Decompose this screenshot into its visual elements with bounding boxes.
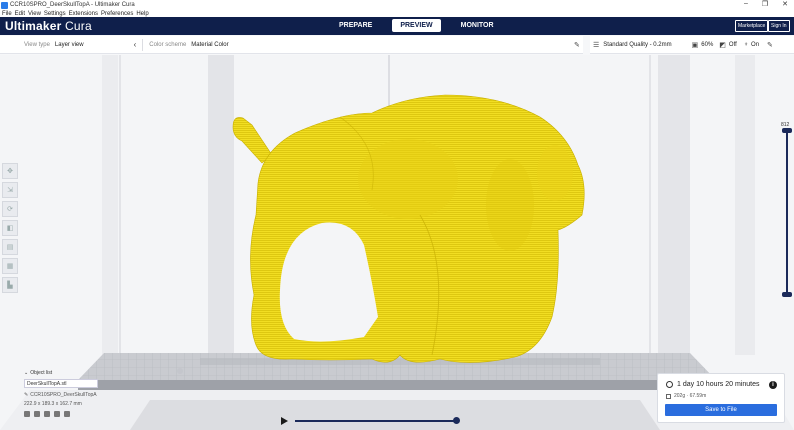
toolbar-divider: [142, 38, 144, 51]
mirror-tool-button[interactable]: ◧: [2, 220, 18, 236]
material-usage-row: 202g · 67.59m: [666, 393, 706, 399]
delete-icon[interactable]: [54, 411, 60, 417]
origin-marker: [177, 368, 183, 374]
print-time: 1 day 10 hours 20 minutes: [677, 381, 760, 388]
path-slider-track[interactable]: [295, 420, 457, 422]
lay-flat-button[interactable]: ▙: [2, 277, 18, 293]
stage-tabs: PREPARE PREVIEW MONITOR: [331, 19, 502, 32]
brand-name: Ultimaker: [5, 19, 62, 33]
menu-edit[interactable]: Edit: [15, 11, 25, 17]
spool-icon: [666, 393, 671, 399]
tab-monitor[interactable]: MONITOR: [453, 19, 502, 32]
edit-pencil-icon[interactable]: ✎: [574, 41, 580, 49]
model-deer-skull[interactable]: [232, 94, 585, 363]
minimize-button[interactable]: –: [744, 0, 748, 10]
color-scheme-dropdown[interactable]: Material Color: [191, 42, 228, 48]
print-time-row: 1 day 10 hours 20 minutes: [666, 381, 760, 388]
chevron-down-icon: ⌄: [24, 370, 29, 376]
clock-icon: [666, 381, 673, 388]
print-info-panel: 1 day 10 hours 20 minutes i 202g · 67.59…: [657, 373, 785, 423]
scale-icon: ⇲: [7, 187, 13, 194]
menu-extensions[interactable]: Extensions: [69, 11, 98, 17]
object-list-item[interactable]: DeerSkullTopA.stl: [24, 379, 98, 388]
tool-strip: ✥ ⇲ ⟳ ◧ ▤ ▦ ▙: [2, 163, 18, 293]
layer-slider-top-handle[interactable]: [782, 128, 792, 133]
menu-settings[interactable]: Settings: [44, 11, 66, 17]
adhesion-value[interactable]: On: [751, 42, 759, 48]
job-name-row: ✎ CCR10SPRO_DeerSkullTopA: [24, 392, 134, 398]
path-slider-handle[interactable]: [453, 417, 460, 424]
maximize-button[interactable]: ❐: [762, 0, 768, 10]
view-type-dropdown[interactable]: Layer view: [55, 42, 84, 48]
support-blocker-icon: ▦: [6, 263, 14, 270]
adhesion-icon: ⍖: [743, 40, 749, 48]
lay-flat-icon: ▙: [7, 282, 13, 289]
scale-tool-button[interactable]: ⇲: [2, 182, 18, 198]
object-list-title: Object list: [30, 370, 53, 376]
cura-app-icon: [1, 1, 8, 9]
window-titlebar: CCR10SPRO_DeerSkullTopA - Ultimaker Cura…: [0, 0, 794, 10]
job-name[interactable]: CCR10SPRO_DeerSkullTopA: [30, 392, 96, 398]
per-model-settings-icon: ▤: [6, 244, 14, 251]
custom-settings-pencil-icon[interactable]: ✎: [767, 41, 773, 49]
layer-slider-bottom-handle[interactable]: [782, 292, 792, 297]
save-to-file-button[interactable]: Save to File: [665, 404, 777, 416]
info-icon[interactable]: i: [769, 381, 777, 389]
object-list-panel: ⌄ Object list DeerSkullTopA.stl ✎ CCR10S…: [24, 370, 134, 417]
layer-slider-track[interactable]: [786, 130, 788, 296]
center-icon[interactable]: [34, 411, 40, 417]
support-icon: ◩: [719, 41, 726, 49]
menu-file[interactable]: File: [2, 11, 12, 17]
window-controls: – ❐ ✕: [744, 0, 788, 10]
material-usage: 202g · 67.59m: [674, 393, 707, 399]
object-name: DeerSkullTopA.stl: [27, 380, 67, 387]
collapse-chevron-icon[interactable]: ‹: [134, 40, 137, 49]
view-type-label: View type: [24, 41, 50, 48]
infill-icon: ▣: [691, 41, 699, 49]
job-edit-pencil-icon[interactable]: ✎: [24, 392, 28, 398]
infill-value[interactable]: 60%: [701, 42, 713, 48]
rotate-tool-button[interactable]: ⟳: [2, 201, 18, 217]
support-value[interactable]: Off: [729, 42, 737, 48]
menu-preferences[interactable]: Preferences: [101, 11, 133, 17]
tab-preview[interactable]: PREVIEW: [392, 19, 441, 32]
per-model-settings-button[interactable]: ▤: [2, 239, 18, 255]
rotate-icon: ⟳: [7, 206, 13, 213]
cura-window: CCR10SPRO_DeerSkullTopA - Ultimaker Cura…: [0, 0, 794, 430]
mirror-icon: ◧: [6, 225, 14, 232]
play-simulation-button[interactable]: [281, 417, 288, 425]
close-button[interactable]: ✕: [782, 0, 788, 10]
move-tool-button[interactable]: ✥: [2, 163, 18, 179]
app-header: Ultimaker Cura PREPARE PREVIEW MONITOR M…: [0, 17, 794, 35]
print-settings-toolbar[interactable]: ☰ Standard Quality - 0.2mm ▣ 60% ◩ Off ⍖…: [590, 36, 794, 54]
model-dimensions: 222.9 x 189.3 x 162.7 mm: [24, 401, 82, 407]
view-toolbar: View type Layer view ‹ Color scheme Mate…: [0, 36, 583, 54]
menu-help[interactable]: Help: [136, 11, 148, 17]
window-title: CCR10SPRO_DeerSkullTopA - Ultimaker Cura: [10, 2, 135, 8]
quality-profile-icon: ☰: [593, 41, 600, 49]
sign-in-button[interactable]: Sign In: [768, 20, 790, 32]
tab-prepare[interactable]: PREPARE: [331, 19, 380, 32]
object-actions: [24, 411, 134, 417]
duplicate-icon[interactable]: [44, 411, 50, 417]
support-blocker-button[interactable]: ▦: [2, 258, 18, 274]
move-icon: ✥: [7, 168, 13, 175]
marketplace-button[interactable]: Marketplace: [735, 20, 769, 32]
menu-view[interactable]: View: [28, 11, 41, 17]
color-scheme-label: Color scheme: [149, 41, 187, 48]
view-icon[interactable]: [64, 411, 70, 417]
quality-profile-value[interactable]: Standard Quality - 0.2mm: [603, 42, 671, 48]
arrange-icon[interactable]: [24, 411, 30, 417]
menu-bar: File Edit View Settings Extensions Prefe…: [0, 10, 794, 17]
brand-logo: Ultimaker Cura: [5, 19, 92, 33]
object-list-header[interactable]: ⌄ Object list: [24, 370, 134, 376]
brand-product: Cura: [61, 19, 92, 33]
